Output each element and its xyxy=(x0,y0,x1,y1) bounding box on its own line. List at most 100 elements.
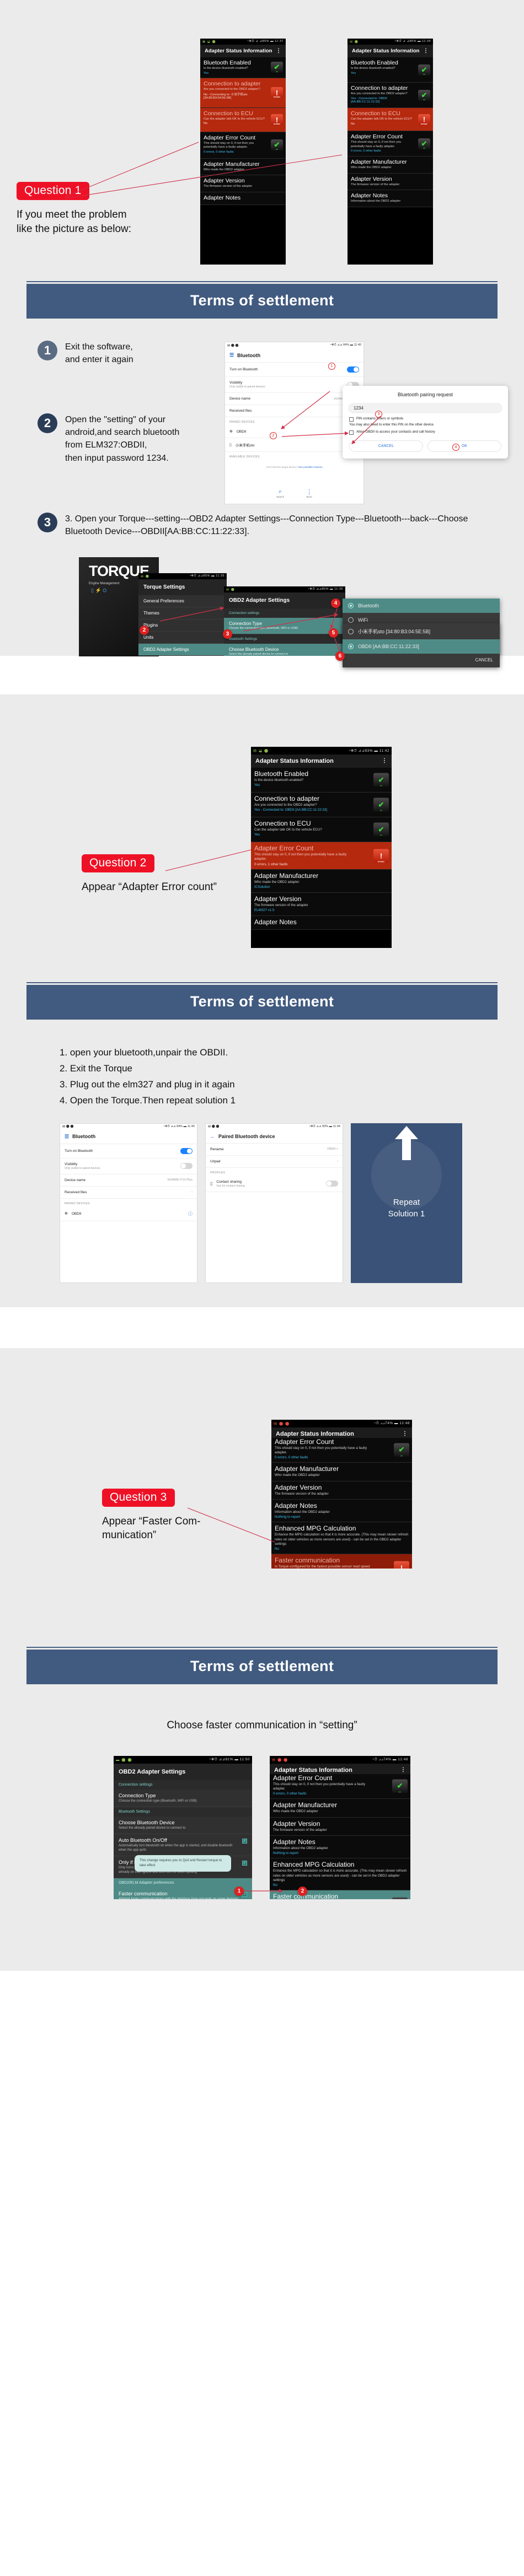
row-value: 0 errors, 1 other faults xyxy=(254,862,288,866)
search-button[interactable]: ⌕ Search xyxy=(276,488,284,498)
row-label: Turn on Bluetooth xyxy=(229,368,258,371)
row-title: Faster communication xyxy=(273,1893,339,1899)
status-row: Adapter Error Count This should stay on … xyxy=(270,1774,410,1799)
bluetooth-toggle[interactable] xyxy=(180,1147,193,1154)
row-label: Rename xyxy=(210,1147,224,1151)
overflow-menu-icon[interactable]: ⋮ xyxy=(382,758,387,764)
auto-bluetooth-row[interactable]: Auto Bluetooth On/Off Automatically turn… xyxy=(114,1834,252,1856)
pin-letters-checkbox-row[interactable]: PIN contains letters or symbols xyxy=(343,413,508,422)
settings-item-units[interactable]: Units xyxy=(138,632,227,644)
received-files-row[interactable]: Received files › xyxy=(60,1187,197,1199)
connection-type-row[interactable]: Connection Type Choose the connection ty… xyxy=(114,1790,252,1807)
app-bar: Adapter Status Information ⋮ xyxy=(251,755,392,768)
overflow-menu-icon[interactable]: ⋮ xyxy=(400,1767,406,1772)
status-left-icons: ▬ ⬤ ⬤ xyxy=(116,1758,132,1762)
option-xiaomi[interactable]: 小米手机sto [34:80:B3:04:5E:5B] xyxy=(343,623,500,639)
checkbox-icon[interactable] xyxy=(349,430,354,435)
back-arrow-icon[interactable]: ← xyxy=(210,1134,215,1139)
visibility-row[interactable]: Visibility Only visible to paired device… xyxy=(60,1158,197,1174)
checkbox-icon[interactable]: ✓ xyxy=(242,1860,247,1866)
hamburger-icon[interactable]: ☰ xyxy=(229,352,234,358)
bluetooth-app-bar: ☰ Bluetooth xyxy=(225,348,363,363)
more-button[interactable]: ⋮ More xyxy=(306,488,312,498)
connection-type-row[interactable]: Connection Type Choose the connection ty… xyxy=(224,618,345,635)
dialog-title: Bluetooth pairing request xyxy=(397,392,453,397)
option-label: Bluetooth xyxy=(358,603,379,608)
paired-device-obdii[interactable]: ✻ OBDII ⓘ xyxy=(60,1207,197,1221)
status-bar: ▤ ⬤ ◔✻⏱ ⊿⊿85% ▬ 11:35 xyxy=(224,586,345,592)
marker-1: 1 xyxy=(234,1886,244,1896)
hamburger-icon[interactable]: ☰ xyxy=(65,1134,69,1140)
option-obdii[interactable]: OBDII [AA:BB:CC:11:22:33] xyxy=(343,639,500,654)
status-right: ◔✻⏱ ⊿ ⊿85% ▬ 11:34 xyxy=(394,40,431,43)
allow-contacts-checkbox-row[interactable]: Allow OBDII to access your contacts and … xyxy=(343,427,508,435)
cancel-button[interactable]: CANCEL xyxy=(349,440,423,452)
row-desc: The firmware version of the adapter xyxy=(275,1491,329,1496)
settings-item-themes[interactable]: Themes xyxy=(138,607,227,619)
checkbox-icon[interactable] xyxy=(349,417,354,422)
warning-icon: !WARNING xyxy=(271,114,283,126)
contact-sharing-row[interactable]: ▯ Contact sharing Use for contact sharin… xyxy=(206,1176,343,1192)
pin-input[interactable]: 1234 xyxy=(348,403,502,413)
bluetooth-app-bar: ☰ Bluetooth xyxy=(60,1130,197,1144)
status-left-icons: ▤ ⬤ xyxy=(226,588,235,591)
terms-banner-1-wrap: Terms of settlement xyxy=(0,265,524,331)
ok-button[interactable]: OK xyxy=(427,440,501,452)
overflow-menu-icon[interactable]: ⋮ xyxy=(402,1431,408,1436)
device-name-row[interactable]: Device name HUAWEI P10 Plus xyxy=(60,1174,197,1187)
rename-row[interactable]: Rename OBDII > xyxy=(206,1144,343,1156)
row-desc: The firmware version of the adapter xyxy=(204,185,253,188)
radio-icon[interactable] xyxy=(348,617,354,623)
choose-bluetooth-device-row[interactable]: Choose Bluetooth Device Select the alrea… xyxy=(114,1817,252,1834)
status-bar: ▤ ⬓ ⬤ ◔✻⏱ ⊿⊿83% ▬ 11:42 xyxy=(251,747,392,755)
faster-communication-row[interactable]: Faster communication Attempt faster comm… xyxy=(114,1888,252,1899)
row-sub: Attempt faster communications with the i… xyxy=(119,1897,238,1899)
solution-2-line: 2. Exit the Torque xyxy=(60,1063,132,1074)
turn-on-bluetooth-row[interactable]: Turn on Bluetooth xyxy=(225,363,363,377)
settings-item-general[interactable]: General Preferences xyxy=(138,595,227,607)
radio-icon[interactable] xyxy=(348,603,354,608)
option-bluetooth[interactable]: Bluetooth xyxy=(343,599,500,613)
radio-icon[interactable] xyxy=(348,628,354,634)
status-row: Adapter Manufacturer Who made the OBD2 a… xyxy=(271,1463,412,1481)
status-left-icons: ▤ ⬤ xyxy=(141,574,149,578)
marker-6: 6 xyxy=(335,651,345,661)
more-label: More xyxy=(306,495,312,498)
row-sub: Only visible to paired devices xyxy=(229,385,265,389)
question-1-tag: Question 1 xyxy=(17,182,89,200)
see-reasons-link[interactable]: See possible reasons xyxy=(298,466,323,468)
terms-banner-1: Terms of settlement xyxy=(26,284,498,319)
status-list: Bluetooth Enabled Is the device bluetoot… xyxy=(200,57,286,205)
paired-device-name: 小米手机sto xyxy=(235,444,255,448)
row-title: Faster communication xyxy=(275,1556,340,1565)
checkbox-icon[interactable]: ✓ xyxy=(242,1838,247,1844)
ok-icon: ✔OK xyxy=(373,773,389,787)
settings-item-obd2-adapter[interactable]: OBD2 Adapter Settings xyxy=(138,644,227,656)
contact-sharing-toggle[interactable] xyxy=(326,1181,338,1187)
overflow-menu-icon[interactable]: ⋮ xyxy=(276,48,281,53)
option-label: WiFi xyxy=(358,617,368,623)
status-bar: ▤ ⬤ ⬤ ◔⏱ ⊿⊿74% ▬ 12:48 xyxy=(270,1755,410,1764)
row-title: Faster communication xyxy=(119,1891,168,1897)
status-left-icons: ▤ ⬤ xyxy=(350,40,359,44)
row-desc: This should stay on 0, if not then you p… xyxy=(254,853,347,861)
turn-on-bluetooth-row[interactable]: Turn on Bluetooth xyxy=(60,1144,197,1158)
bluetooth-toggle[interactable] xyxy=(347,367,359,373)
search-icon: ⌕ xyxy=(278,488,282,495)
status-list: Bluetooth Enabled Is the device bluetoot… xyxy=(251,768,392,930)
visibility-toggle[interactable] xyxy=(180,1163,193,1170)
choose-bluetooth-device-row[interactable]: Choose Bluetooth Device Select the alrea… xyxy=(224,644,345,656)
settings-item-plugins[interactable]: Plugins xyxy=(138,619,227,632)
step-2-badge: 2 xyxy=(38,413,57,433)
bluetooth-title: Bluetooth xyxy=(237,352,261,358)
radio-icon[interactable] xyxy=(348,644,354,649)
step-3-row: 3 3. Open your Torque---setting---OBD2 A… xyxy=(38,513,501,538)
info-icon[interactable]: ⓘ xyxy=(188,1211,193,1217)
unpair-row[interactable]: Unpair › xyxy=(206,1156,343,1168)
status-right: ◔✻⏱ ⊿⊿ 84% ▬ 11:40 xyxy=(329,343,361,347)
bluetooth-title: Bluetooth xyxy=(72,1134,96,1140)
cancel-button[interactable]: CANCEL xyxy=(343,654,500,667)
overflow-menu-icon[interactable]: ⋮ xyxy=(423,48,429,53)
status-row: Adapter Notes xyxy=(251,916,392,930)
status-right: ◔✻⏱ ⊿⊿ 83% ▬ 11:44 xyxy=(308,1124,340,1128)
